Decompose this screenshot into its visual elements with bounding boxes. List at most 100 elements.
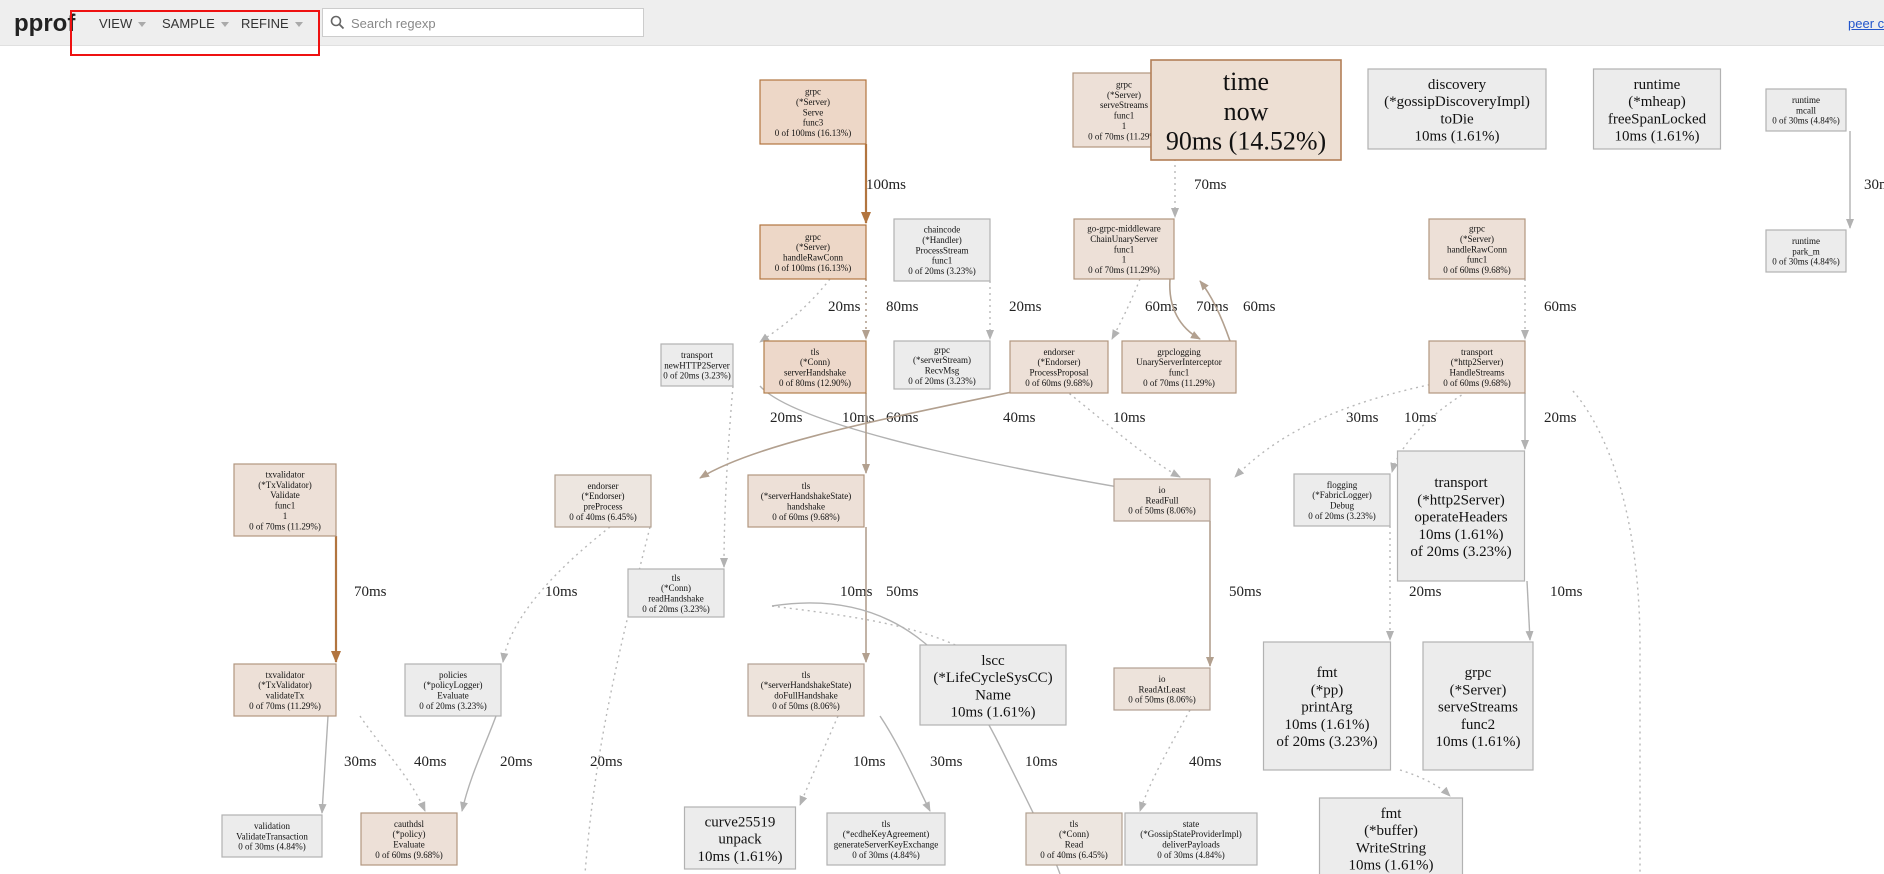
node-recvMsg[interactable]: grpc(*serverStream)RecvMsg0 of 20ms (3.2… xyxy=(893,340,991,390)
edge-validateTx-validationTx[interactable] xyxy=(318,715,329,814)
node-label: 0 of 70ms (11.29%) xyxy=(249,701,321,711)
node-label: 1 xyxy=(283,511,288,521)
edge-label: 30ms xyxy=(344,754,377,770)
chevron-down-icon xyxy=(220,22,229,28)
node-label: RecvMsg xyxy=(925,366,960,376)
node-cauthdsl[interactable]: cauthdsl(*policy)Evaluate0 of 60ms (9.68… xyxy=(360,812,458,866)
edge-printArg-writeString[interactable] xyxy=(1399,769,1451,797)
node-gossipState[interactable]: state(*GossipStateProviderImpl)deliverPa… xyxy=(1124,812,1258,866)
node-readFull[interactable]: ioReadFull0 of 50ms (8.06%) xyxy=(1113,478,1211,522)
node-timenow[interactable]: timenow90ms (14.52%) xyxy=(1150,59,1342,161)
node-grpclogging[interactable]: grpcloggingUnaryServerInterceptorfunc10 … xyxy=(1121,340,1237,394)
node-label: ProcessProposal xyxy=(1030,368,1089,378)
node-label: ChainUnaryServer xyxy=(1090,234,1157,244)
node-label: serveStreams xyxy=(1100,100,1148,110)
node-label: ReadFull xyxy=(1146,495,1179,505)
edge-label: 10ms xyxy=(853,754,886,770)
node-label: 0 of 60ms (9.68%) xyxy=(1443,378,1511,388)
view-menu[interactable]: VIEW xyxy=(99,16,147,31)
node-printArg[interactable]: fmt(*pp) printArg10ms (1.61%)of 20ms (3.2… xyxy=(1262,641,1392,771)
node-label: of 20ms (3.23%) xyxy=(1276,734,1377,750)
node-label: park_m xyxy=(1792,246,1820,256)
edge-readAtLeast-tlsRead[interactable] xyxy=(1139,709,1191,812)
node-preProcess[interactable]: endorser(*Endorser)preProcess0 of 40ms (… xyxy=(554,474,652,528)
search-box[interactable] xyxy=(322,8,644,37)
node-label: (*FabricLogger) xyxy=(1312,490,1371,500)
node-label: Name xyxy=(975,687,1011,703)
node-policyEvaluate[interactable]: policies(*policyLogger)Evaluate0 of 20ms… xyxy=(404,663,502,717)
search-input[interactable] xyxy=(349,12,643,35)
node-doFullHandshake[interactable]: tls(*serverHandshakeState)doFullHandshak… xyxy=(747,663,865,717)
node-label: 10ms (1.61%) xyxy=(1419,527,1504,543)
edge-processProposal-readFull[interactable] xyxy=(1059,385,1181,478)
search-icon xyxy=(330,15,345,30)
node-txvalidate[interactable]: txvalidator(*TxValidator)Validatefunc110… xyxy=(233,463,337,537)
peer-link[interactable]: peer c xyxy=(1848,16,1884,31)
node-label: 0 of 20ms (3.23%) xyxy=(419,701,487,711)
node-readAtLeast[interactable]: ioReadAtLeast0 of 50ms (8.06%) xyxy=(1113,667,1211,711)
edge-label: 30ms xyxy=(930,754,963,770)
sample-menu[interactable]: SAMPLE xyxy=(162,16,229,31)
node-curve[interactable]: curve25519 unpack10ms (1.61%) xyxy=(683,806,797,870)
node-processProposal[interactable]: endorser(*Endorser)ProcessProposal0 of 6… xyxy=(1009,340,1109,394)
edge-newHTTP2Server-readHandshake[interactable] xyxy=(720,385,734,568)
edge-label: 20ms xyxy=(828,299,861,315)
node-label: serveStreams xyxy=(1438,700,1518,716)
node-label: 0 of 20ms (3.23%) xyxy=(908,376,976,386)
node-label: endorser xyxy=(588,481,619,491)
edge-chainUnary-processProposal[interactable] xyxy=(1111,278,1141,340)
node-label: 0 of 50ms (8.06%) xyxy=(772,701,840,711)
edge-doFullHandshake-ecdhe[interactable] xyxy=(879,715,931,812)
node-hrcFunc1[interactable]: grpc(*Server)handleRawConnfunc10 of 60ms… xyxy=(1428,218,1526,280)
node-ecdhe[interactable]: tls(*ecdheKeyAgreement)generateServerKey… xyxy=(826,812,946,866)
node-discovery[interactable]: discovery(*gossipDiscoveryImpl)toDie 10ms… xyxy=(1367,68,1547,150)
node-label: func1 xyxy=(1114,111,1135,121)
node-mcall[interactable]: runtimemcall0 of 30ms (4.84%) xyxy=(1765,88,1847,132)
node-serve[interactable]: grpc(*Server)Servefunc30 of 100ms (16.13… xyxy=(759,79,867,145)
node-validationTx[interactable]: validationValidateTransaction0 of 30ms (… xyxy=(221,814,323,858)
node-mheap[interactable]: runtime(*mheap)freeSpanLocked 10ms (1.61%… xyxy=(1592,68,1722,150)
node-handleRawConn[interactable]: grpc(*Server)handleRawConn0 of 100ms (16… xyxy=(759,224,867,280)
edge-label: 40ms xyxy=(414,754,447,770)
node-serveStreams2[interactable]: grpc(*Server) serveStreamsfunc210ms (1.61… xyxy=(1422,641,1534,771)
node-chaincode[interactable]: chaincode(*Handler)ProcessStreamfunc10 o… xyxy=(893,218,991,282)
node-label: 0 of 20ms (3.23%) xyxy=(908,266,976,276)
edge-processProposal-preProcess[interactable] xyxy=(699,381,1060,479)
node-label: Debug xyxy=(1330,501,1354,511)
node-lscc[interactable]: lscc(*LifeCycleSysCC)Name 10ms (1.61%) xyxy=(919,644,1067,726)
node-newHTTP2Server[interactable]: transportnewHTTP2Server0 of 20ms (3.23%) xyxy=(660,343,734,387)
node-handshake[interactable]: tls(*serverHandshakeState)handshake0 of … xyxy=(747,474,865,528)
node-label: newHTTP2Server xyxy=(664,360,729,370)
call-graph-canvas[interactable]: 100ms70ms30m20ms80ms20ms60ms70ms60ms60ms… xyxy=(0,46,1884,874)
node-label: fmt xyxy=(1381,806,1403,822)
edge-label: 20ms xyxy=(770,410,803,426)
node-handleStreams[interactable]: transport(*http2Server)HandleStreams0 of… xyxy=(1428,340,1526,394)
refine-menu[interactable]: REFINE xyxy=(241,16,303,31)
node-readHandshake[interactable]: tls(*Conn)readHandshake0 of 20ms (3.23%) xyxy=(627,568,725,618)
edge-doFullHandshake-curve[interactable] xyxy=(799,715,839,806)
node-label: time xyxy=(1223,67,1269,96)
node-parkm[interactable]: runtimepark_m0 of 30ms (4.84%) xyxy=(1765,229,1847,273)
node-label: doFullHandshake xyxy=(774,691,838,701)
node-label: deliverPayloads xyxy=(1162,840,1220,850)
node-label: tls xyxy=(882,819,891,829)
edge-handleStreams-offscreen[interactable] xyxy=(1572,390,1641,874)
node-label: 0 of 20ms (3.23%) xyxy=(1308,511,1376,521)
node-label: HandleStreams xyxy=(1450,368,1505,378)
edge-policyEvaluate-cauthdsl[interactable] xyxy=(460,715,497,812)
edge-handleRawConn-newHTTP2Server[interactable] xyxy=(759,278,831,343)
node-label: (*http2Server) xyxy=(1451,357,1503,367)
node-writeString[interactable]: fmt(*buffer)WriteString 10ms (1.61%) xyxy=(1318,797,1464,874)
node-validateTx[interactable]: txvalidator(*TxValidator)validateTx0 of … xyxy=(233,663,337,717)
node-label: (*policy) xyxy=(393,829,426,839)
node-serverHandshake[interactable]: tls(*Conn)serverHandshake0 of 80ms (12.9… xyxy=(763,340,867,394)
node-label: 0 of 70ms (11.29%) xyxy=(249,521,321,531)
node-tlsRead[interactable]: tls(*Conn)Read0 of 40ms (6.45%) xyxy=(1025,812,1123,866)
edge-label: 80ms xyxy=(886,299,919,315)
call-graph[interactable]: 100ms70ms30m20ms80ms20ms60ms70ms60ms60ms… xyxy=(0,46,1884,874)
node-label: 0 of 30ms (4.84%) xyxy=(852,850,920,860)
node-chainUnary[interactable]: go-grpc-middlewareChainUnaryServerfunc11… xyxy=(1073,218,1175,280)
node-operateHeaders[interactable]: transport(*http2Server) operateHeaders10m… xyxy=(1396,450,1526,582)
edge-operateHeaders-serveStreams2[interactable] xyxy=(1525,580,1534,641)
node-flogging[interactable]: flogging(*FabricLogger)Debug0 of 20ms (3… xyxy=(1293,473,1391,527)
